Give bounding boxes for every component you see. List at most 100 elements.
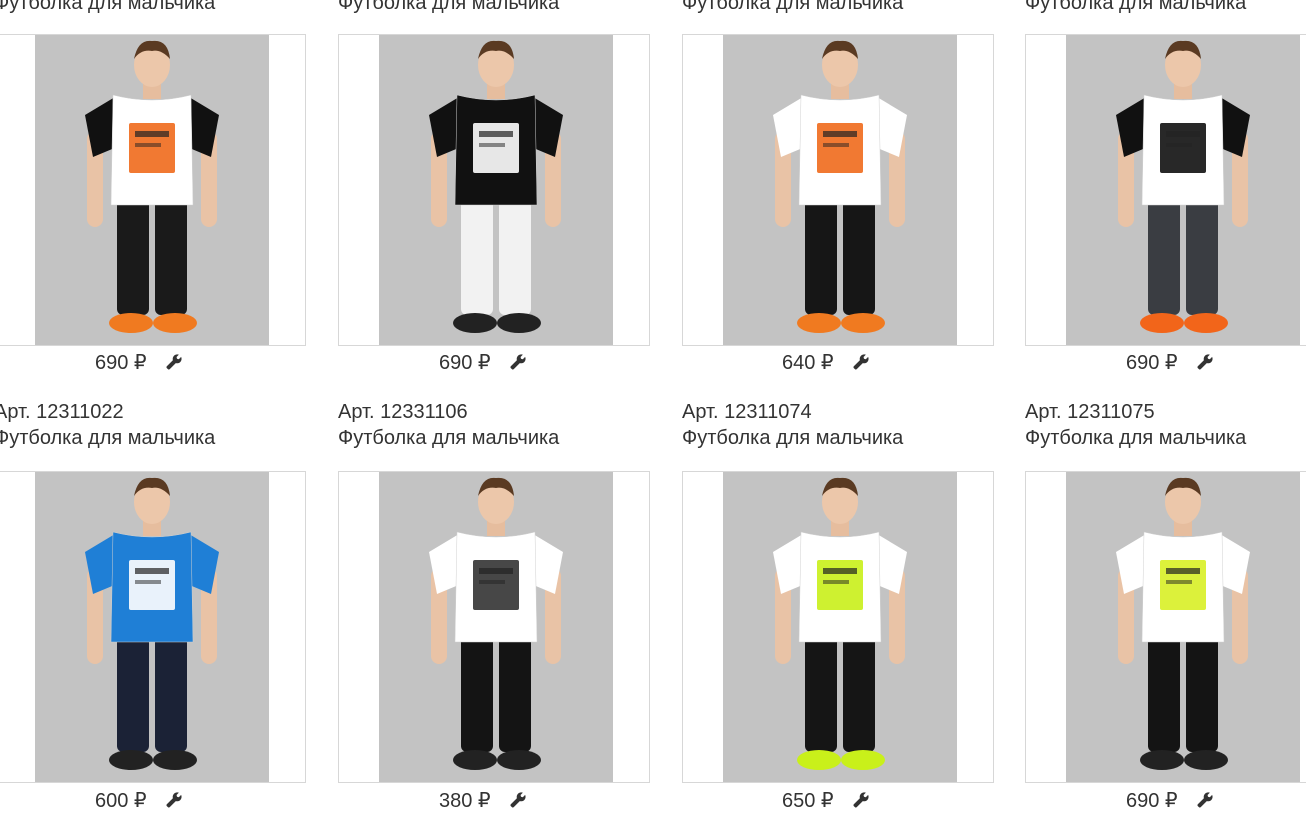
product-name[interactable]: Футболка для мальчика xyxy=(0,425,310,451)
t-shirt-print xyxy=(129,560,175,610)
print-line xyxy=(135,131,169,137)
price-row: 650 ₽ xyxy=(782,786,870,814)
product-image-link[interactable] xyxy=(682,34,994,346)
product-price: 650 ₽ xyxy=(782,789,834,812)
print-line xyxy=(479,580,505,584)
left-shoe xyxy=(109,750,153,770)
product-photo[interactable] xyxy=(723,472,957,782)
price-row: 690 ₽ xyxy=(1126,786,1214,814)
product-name[interactable]: Футболка для мальчика xyxy=(1025,0,1306,16)
wrench-icon[interactable] xyxy=(1196,791,1214,809)
price-row: 600 ₽ xyxy=(95,786,183,814)
product-name[interactable]: Футболка для мальчика xyxy=(338,0,654,16)
product-photo-illustration xyxy=(1066,35,1300,345)
product-price: 690 ₽ xyxy=(1126,789,1178,812)
product-name[interactable]: Футболка для мальчика xyxy=(682,0,998,16)
left-leg xyxy=(117,195,149,315)
print-line xyxy=(479,143,505,147)
product-card[interactable]: Футболка для мальчика xyxy=(0,0,310,16)
product-photo[interactable] xyxy=(379,35,613,345)
wrench-icon[interactable] xyxy=(852,791,870,809)
wrench-icon[interactable] xyxy=(165,791,183,809)
product-photo-illustration xyxy=(723,472,957,782)
right-shoe xyxy=(1184,750,1228,770)
product-image-link[interactable] xyxy=(0,34,306,346)
product-image-link[interactable] xyxy=(682,471,994,783)
left-shoe xyxy=(453,750,497,770)
wrench-icon[interactable] xyxy=(852,353,870,371)
print-line xyxy=(823,568,857,574)
right-shoe xyxy=(1184,313,1228,333)
product-price: 690 ₽ xyxy=(95,351,147,374)
product-card[interactable]: Футболка для мальчика xyxy=(682,0,998,16)
t-shirt-print xyxy=(817,560,863,610)
product-photo-illustration xyxy=(35,35,269,345)
print-line xyxy=(1166,580,1192,584)
wrench-icon[interactable] xyxy=(509,791,527,809)
wrench-icon[interactable] xyxy=(165,353,183,371)
product-card[interactable]: Футболка для мальчика xyxy=(1025,0,1306,16)
print-line xyxy=(1166,568,1200,574)
product-photo[interactable] xyxy=(1066,35,1300,345)
right-leg xyxy=(155,632,187,752)
right-shoe xyxy=(153,313,197,333)
right-shoe xyxy=(497,313,541,333)
product-article: Арт. 12311074 xyxy=(682,401,812,423)
product-article: Арт. 12311075 xyxy=(1025,401,1155,423)
left-leg xyxy=(461,632,493,752)
print-line xyxy=(1166,143,1192,147)
product-photo-illustration xyxy=(1066,472,1300,782)
product-price: 690 ₽ xyxy=(439,351,491,374)
print-line xyxy=(1166,131,1200,137)
right-leg xyxy=(499,195,531,315)
product-photo[interactable] xyxy=(1066,472,1300,782)
wrench-icon[interactable] xyxy=(1196,353,1214,371)
product-price: 640 ₽ xyxy=(782,351,834,374)
product-image-link[interactable] xyxy=(1025,471,1306,783)
right-leg xyxy=(499,632,531,752)
print-line xyxy=(135,143,161,147)
product-article: Арт. 12311022 xyxy=(0,401,124,423)
right-leg xyxy=(155,195,187,315)
product-name[interactable]: Футболка для мальчика xyxy=(1025,425,1306,451)
wrench-icon[interactable] xyxy=(509,353,527,371)
product-card[interactable]: Футболка для мальчика xyxy=(338,0,654,16)
product-card[interactable]: Арт. 12331106 Футболка для мальчика xyxy=(338,399,654,451)
product-name[interactable]: Футболка для мальчика xyxy=(682,425,998,451)
product-card[interactable]: Арт. 12311074 Футболка для мальчика xyxy=(682,399,998,451)
product-name[interactable]: Футболка для мальчика xyxy=(0,0,310,16)
product-image-link[interactable] xyxy=(1025,34,1306,346)
product-photo[interactable] xyxy=(723,35,957,345)
left-shoe xyxy=(1140,313,1184,333)
right-leg xyxy=(1186,195,1218,315)
left-leg xyxy=(461,195,493,315)
t-shirt-print xyxy=(817,123,863,173)
left-shoe xyxy=(797,313,841,333)
print-line xyxy=(823,143,849,147)
product-card[interactable]: Арт. 12311022 Футболка для мальчика xyxy=(0,399,310,451)
left-shoe xyxy=(1140,750,1184,770)
product-photo[interactable] xyxy=(379,472,613,782)
price-row: 380 ₽ xyxy=(439,786,527,814)
product-image-link[interactable] xyxy=(338,471,650,783)
product-image-link[interactable] xyxy=(0,471,306,783)
product-photo[interactable] xyxy=(35,472,269,782)
product-card[interactable]: Арт. 12311075 Футболка для мальчика xyxy=(1025,399,1306,451)
product-photo-illustration xyxy=(379,35,613,345)
left-leg xyxy=(1148,195,1180,315)
t-shirt-print xyxy=(1160,560,1206,610)
left-leg xyxy=(117,632,149,752)
product-grid: Футболка для мальчика Футболка для мальч… xyxy=(0,0,1306,818)
left-shoe xyxy=(453,313,497,333)
right-shoe xyxy=(841,750,885,770)
print-line xyxy=(135,568,169,574)
right-leg xyxy=(1186,632,1218,752)
product-photo[interactable] xyxy=(35,35,269,345)
left-shoe xyxy=(797,750,841,770)
product-name[interactable]: Футболка для мальчика xyxy=(338,425,654,451)
right-shoe xyxy=(841,313,885,333)
product-image-link[interactable] xyxy=(338,34,650,346)
right-leg xyxy=(843,195,875,315)
product-photo-illustration xyxy=(379,472,613,782)
left-leg xyxy=(1148,632,1180,752)
